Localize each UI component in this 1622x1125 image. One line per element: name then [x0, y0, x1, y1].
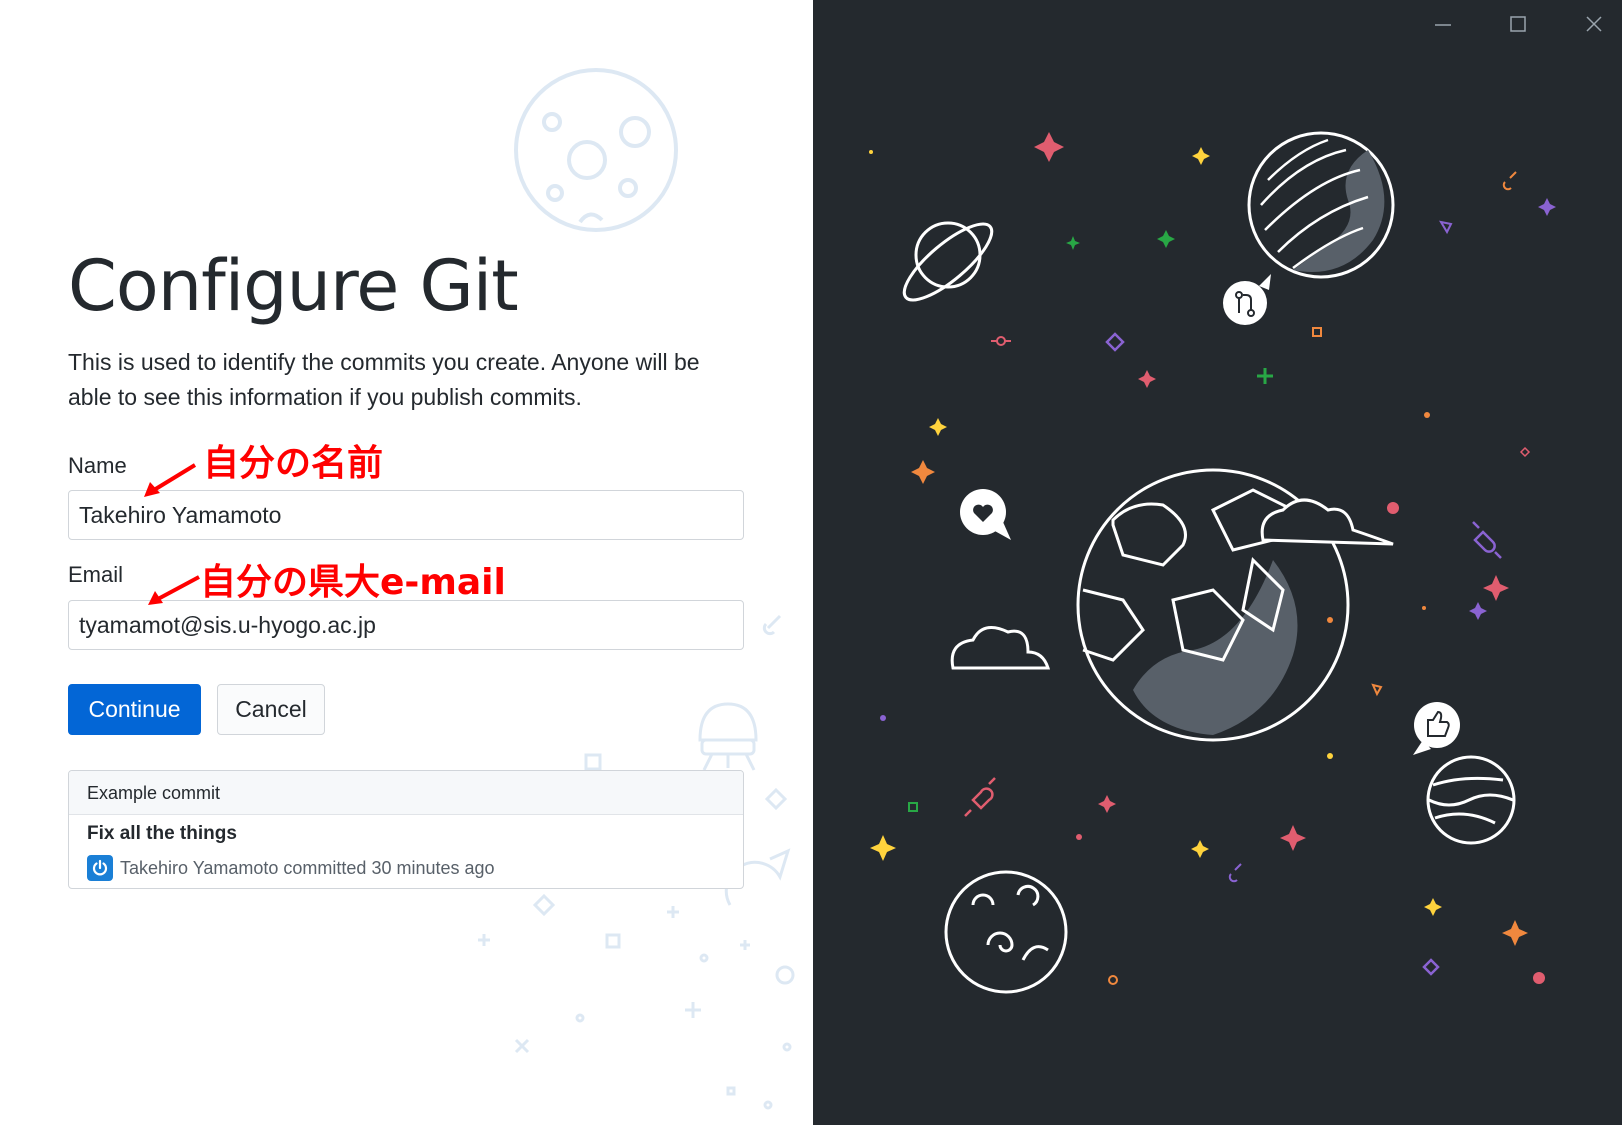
- welcome-illustration-panel: [813, 0, 1622, 1125]
- cancel-button[interactable]: Cancel: [217, 684, 325, 735]
- example-commit-author-line: Takehiro Yamamoto committed 30 minutes a…: [120, 857, 495, 878]
- pull-request-bubble-icon: [1223, 274, 1271, 325]
- ringed-planet-icon: [902, 221, 994, 302]
- example-commit-box: Example commit Fix all the things Takehi…: [68, 770, 744, 889]
- name-label: Name: [68, 453, 127, 478]
- page-title: Configure Git: [68, 245, 519, 327]
- page-description: This is used to identify the commits you…: [68, 349, 700, 410]
- annotation-arrow-icon: [148, 575, 200, 605]
- swirl-planet-icon: [944, 870, 1068, 994]
- example-commit-meta: Takehiro Yamamoto committed 30 minutes a…: [87, 855, 495, 881]
- example-commit-summary: Fix all the things: [87, 823, 237, 844]
- heart-bubble-icon: [960, 489, 1011, 540]
- example-commit-header: Example commit: [69, 771, 743, 815]
- space-illustration: [869, 131, 1556, 994]
- email-annotation: 自分の県大e-mail: [200, 562, 506, 603]
- striped-planet-icon: [1247, 131, 1395, 279]
- striped-planet-small-icon: [1426, 755, 1516, 845]
- thumbs-up-bubble-icon: [1413, 702, 1460, 755]
- continue-button[interactable]: Continue: [68, 684, 201, 735]
- name-annotation: 自分の名前: [203, 443, 384, 484]
- email-label: Email: [68, 562, 124, 587]
- avatar: [87, 855, 113, 881]
- configure-git-panel: Configure Git This is used to identify t…: [0, 0, 813, 1125]
- annotation-arrow-icon: [144, 463, 197, 497]
- power-icon: [92, 859, 108, 876]
